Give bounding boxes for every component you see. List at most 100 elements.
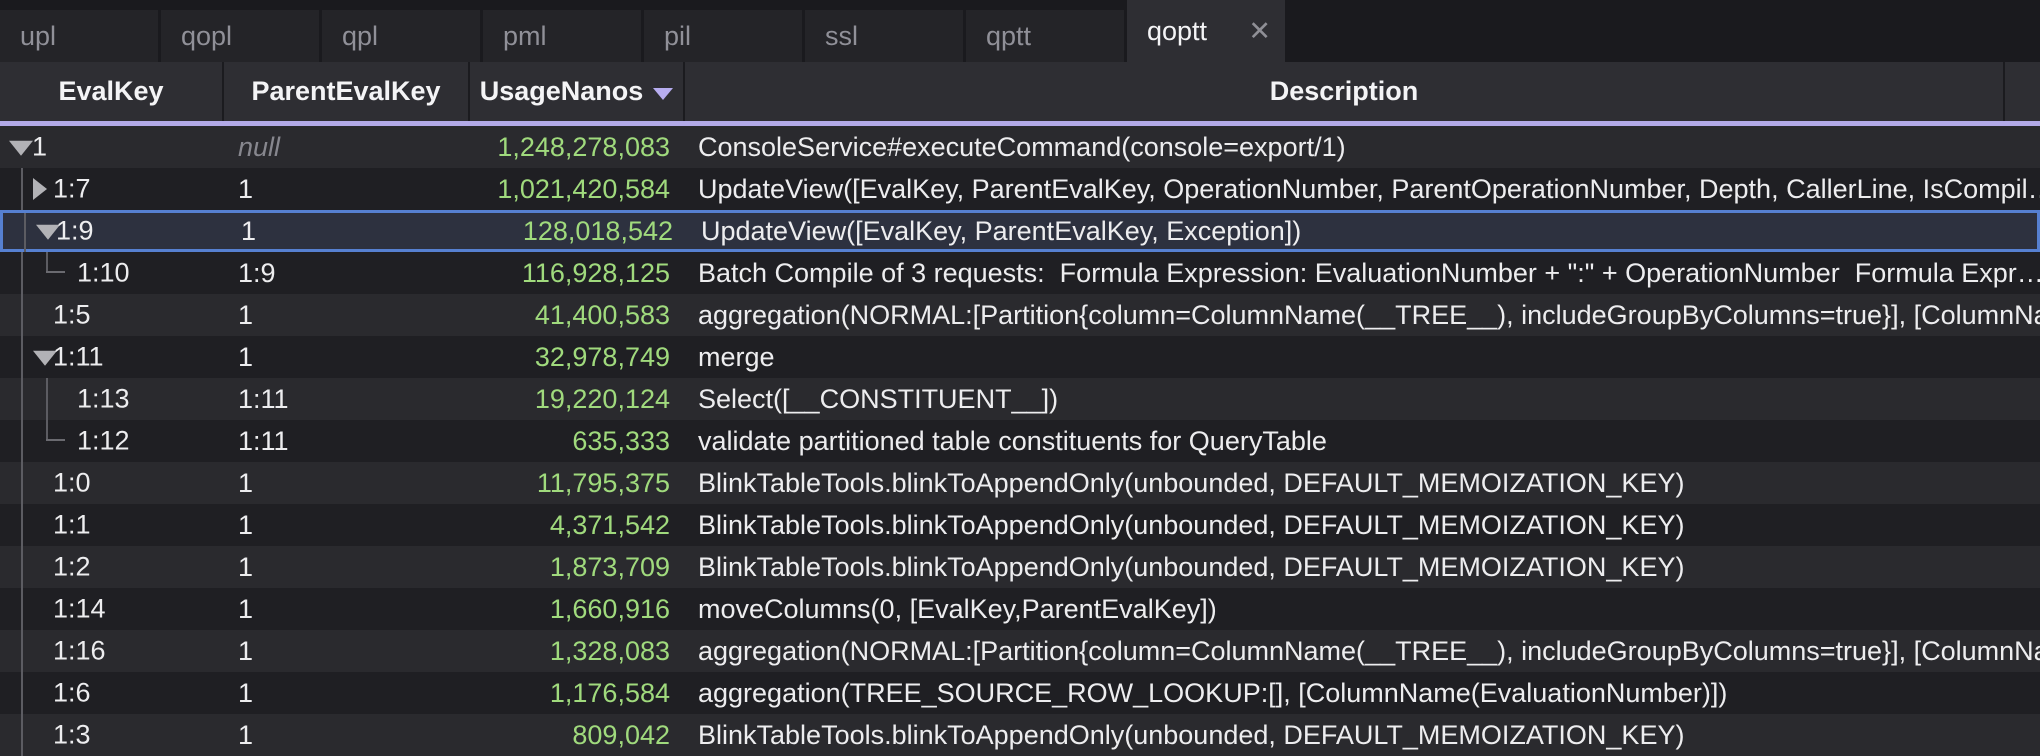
cell-parentevalkey: null <box>224 126 470 168</box>
cell-evalkey: 1:7 <box>0 168 224 210</box>
evalkey-value: 1:7 <box>53 174 91 205</box>
cell-usagenanos: 1,660,916 <box>470 588 685 630</box>
cell-evalkey: 1:1 <box>0 504 224 546</box>
cell-description: validate partitioned table constituents … <box>685 420 2040 462</box>
table-row-1:11[interactable]: 1:11132,978,749merge <box>0 336 2040 378</box>
tab-bar: upl qopl qpl pml pil ssl qptt qoptt✕ <box>0 0 2040 62</box>
cell-evalkey: 1:14 <box>0 588 224 630</box>
cell-usagenanos: 1,328,083 <box>470 630 685 672</box>
evalkey-value: 1:12 <box>77 426 130 457</box>
cell-evalkey: 1:2 <box>0 546 224 588</box>
cell-parentevalkey: 1 <box>224 168 470 210</box>
parentevalkey-value: 1 <box>238 300 253 331</box>
column-header-label: ParentEvalKey <box>251 76 440 107</box>
cell-description: aggregation(NORMAL:[Partition{column=Col… <box>685 294 2040 336</box>
tab-upl[interactable]: upl <box>0 10 158 62</box>
table-row-1[interactable]: 1null1,248,278,083ConsoleService#execute… <box>0 126 2040 168</box>
cell-usagenanos: 1,248,278,083 <box>470 126 685 168</box>
table-row-1:10[interactable]: 1:101:9116,928,125Batch Compile of 3 req… <box>0 252 2040 294</box>
parentevalkey-value: 1 <box>238 678 253 709</box>
evalkey-value: 1 <box>32 132 47 163</box>
cell-description: BlinkTableTools.blinkToAppendOnly(unboun… <box>685 504 2040 546</box>
tab-label: pml <box>503 21 547 52</box>
tab-label: qptt <box>986 21 1031 52</box>
cell-evalkey: 1:11 <box>0 336 224 378</box>
evalkey-value: 1:1 <box>53 510 91 541</box>
cell-parentevalkey: 1:11 <box>224 420 470 462</box>
cell-evalkey: 1:9 <box>3 213 227 249</box>
tab-label: qpl <box>342 21 378 52</box>
tab-qoptt[interactable]: qoptt✕ <box>1127 0 1285 62</box>
table-row-1:5[interactable]: 1:5141,400,583aggregation(NORMAL:[Partit… <box>0 294 2040 336</box>
evalkey-value: 1:6 <box>53 678 91 709</box>
parentevalkey-value: null <box>238 132 280 163</box>
cell-usagenanos: 11,795,375 <box>470 462 685 504</box>
table-row-1:9[interactable]: 1:91128,018,542UpdateView([EvalKey, Pare… <box>0 210 2040 252</box>
cell-usagenanos: 1,873,709 <box>470 546 685 588</box>
cell-usagenanos: 1,021,420,584 <box>470 168 685 210</box>
table-row-1:1[interactable]: 1:114,371,542BlinkTableTools.blinkToAppe… <box>0 504 2040 546</box>
cell-parentevalkey: 1:9 <box>224 252 470 294</box>
column-header-evalkey[interactable]: EvalKey <box>0 62 224 121</box>
cell-usagenanos: 32,978,749 <box>470 336 685 378</box>
tab-pml[interactable]: pml <box>483 10 641 62</box>
cell-usagenanos: 635,333 <box>470 420 685 462</box>
cell-parentevalkey: 1 <box>224 672 470 714</box>
cell-description: Batch Compile of 3 requests: Formula Exp… <box>685 252 2040 294</box>
expand-arrow-icon[interactable] <box>33 178 47 200</box>
cell-evalkey: 1:3 <box>0 714 224 756</box>
cell-evalkey: 1:6 <box>0 672 224 714</box>
close-tab-icon[interactable]: ✕ <box>1248 18 1271 45</box>
cell-description: aggregation(NORMAL:[Partition{column=Col… <box>685 630 2040 672</box>
sort-descending-icon <box>653 88 673 100</box>
table-row-1:6[interactable]: 1:611,176,584aggregation(TREE_SOURCE_ROW… <box>0 672 2040 714</box>
parentevalkey-value: 1 <box>238 174 253 205</box>
cell-parentevalkey: 1 <box>224 588 470 630</box>
parentevalkey-value: 1 <box>238 594 253 625</box>
cell-usagenanos: 809,042 <box>470 714 685 756</box>
cell-description: UpdateView([EvalKey, ParentEvalKey, Exce… <box>688 213 2037 249</box>
cell-evalkey: 1:12 <box>0 420 224 462</box>
column-header-parentevalkey[interactable]: ParentEvalKey <box>224 62 470 121</box>
column-header-row: EvalKey ParentEvalKey UsageNanos Descrip… <box>0 62 2040 121</box>
tab-ssl[interactable]: ssl <box>805 10 963 62</box>
cell-usagenanos: 41,400,583 <box>470 294 685 336</box>
parentevalkey-value: 1 <box>238 552 253 583</box>
evalkey-value: 1:14 <box>53 594 106 625</box>
parentevalkey-value: 1 <box>238 468 253 499</box>
column-header-description[interactable]: Description <box>685 62 2005 121</box>
parentevalkey-value: 1 <box>238 636 253 667</box>
table-row-1:13[interactable]: 1:131:1119,220,124Select([__CONSTITUENT_… <box>0 378 2040 420</box>
evalkey-value: 1:2 <box>53 552 91 583</box>
table-row-1:14[interactable]: 1:14 1 1,660,916moveColumns(0, [EvalKey,Pa… <box>0 588 2040 630</box>
table-row-1:3[interactable]: 1:31809,042BlinkTableTools.blinkToAppend… <box>0 714 2040 756</box>
tab-qptt[interactable]: qptt <box>966 10 1124 62</box>
evalkey-value: 1:3 <box>53 720 91 751</box>
cell-parentevalkey: 1 <box>224 336 470 378</box>
table-row-1:2[interactable]: 1:2 1 1,873,709BlinkTableTools.blinkToAppe… <box>0 546 2040 588</box>
column-header-usagenanos[interactable]: UsageNanos <box>470 62 685 121</box>
tab-qopl[interactable]: qopl <box>161 10 319 62</box>
tab-label: qopl <box>181 21 232 52</box>
parentevalkey-value: 1:9 <box>238 258 276 289</box>
cell-parentevalkey: 1 <box>224 714 470 756</box>
table-row-1:0[interactable]: 1:0111,795,375BlinkTableTools.blinkToApp… <box>0 462 2040 504</box>
cell-usagenanos: 116,928,125 <box>470 252 685 294</box>
cell-description: moveColumns(0, [EvalKey,ParentEvalKey]) <box>685 588 2040 630</box>
cell-evalkey: 1:16 <box>0 630 224 672</box>
parentevalkey-value: 1 <box>238 720 253 751</box>
tab-qpl[interactable]: qpl <box>322 10 480 62</box>
collapse-arrow-icon[interactable] <box>9 141 33 156</box>
table-row-1:16[interactable]: 1:16 1 1,328,083aggregation(NORMAL:[Partit… <box>0 630 2040 672</box>
cell-parentevalkey: 1 <box>224 546 470 588</box>
tab-label: ssl <box>825 21 858 52</box>
cell-evalkey: 1:0 <box>0 462 224 504</box>
cell-description: BlinkTableTools.blinkToAppendOnly(unboun… <box>685 546 2040 588</box>
parentevalkey-value: 1 <box>238 342 253 373</box>
table-row-1:12[interactable]: 1:12 1:11635,333validate partitioned tabl… <box>0 420 2040 462</box>
tab-pil[interactable]: pil <box>644 10 802 62</box>
tab-label: pil <box>664 21 691 52</box>
table-row-1:7[interactable]: 1:711,021,420,584UpdateView([EvalKey, Pa… <box>0 168 2040 210</box>
tab-label: upl <box>20 21 56 52</box>
tree-table-body: 1null1,248,278,083ConsoleService#execute… <box>0 126 2040 756</box>
